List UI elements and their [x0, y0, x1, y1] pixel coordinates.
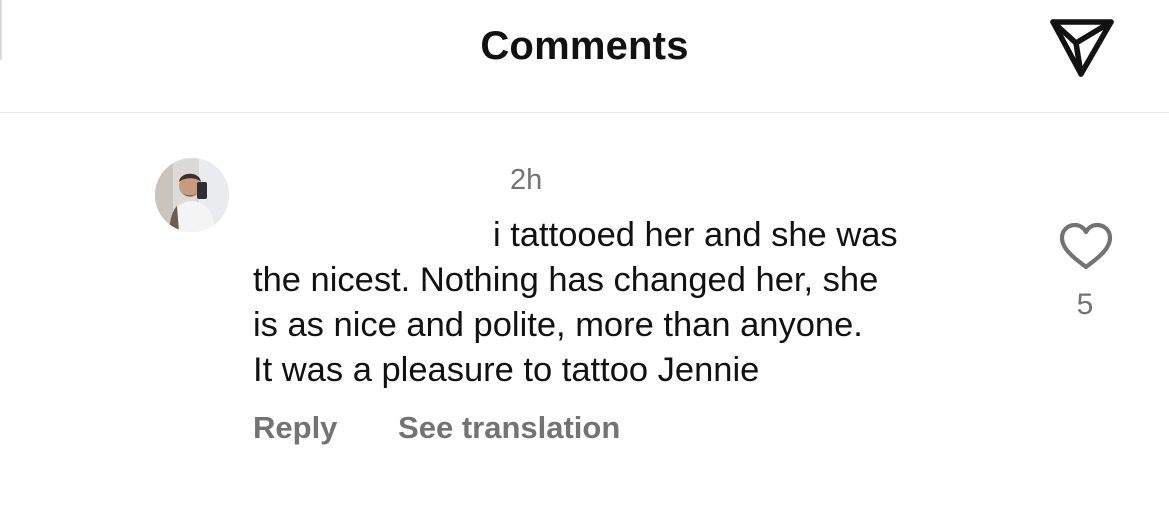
reply-button[interactable]: Reply: [253, 410, 337, 446]
send-icon: [1050, 19, 1114, 77]
page-title: Comments: [480, 24, 689, 68]
avatar[interactable]: [155, 158, 229, 232]
user-avatar-icon: [155, 158, 229, 232]
comment-text-line: i tattooed her and she was: [493, 216, 898, 254]
comment-text-line: the nicest. Nothing has changed her, she: [253, 261, 879, 299]
see-translation-button[interactable]: See translation: [398, 410, 620, 446]
comment-text-line: is as nice and polite, more than anyone.: [253, 306, 863, 344]
comment-timestamp: 2h: [510, 164, 543, 196]
like-button[interactable]: [1058, 221, 1114, 271]
heart-icon: [1059, 222, 1113, 270]
comment-text-line: It was a pleasure to tattoo Jennie: [253, 351, 760, 389]
comment-text: i tattooed her and she was the nicest. N…: [253, 213, 1033, 393]
share-button[interactable]: [1046, 14, 1118, 80]
comments-header: Comments: [0, 0, 1169, 113]
comment-actions: Reply See translation: [253, 410, 620, 446]
like-count: 5: [1076, 288, 1094, 321]
